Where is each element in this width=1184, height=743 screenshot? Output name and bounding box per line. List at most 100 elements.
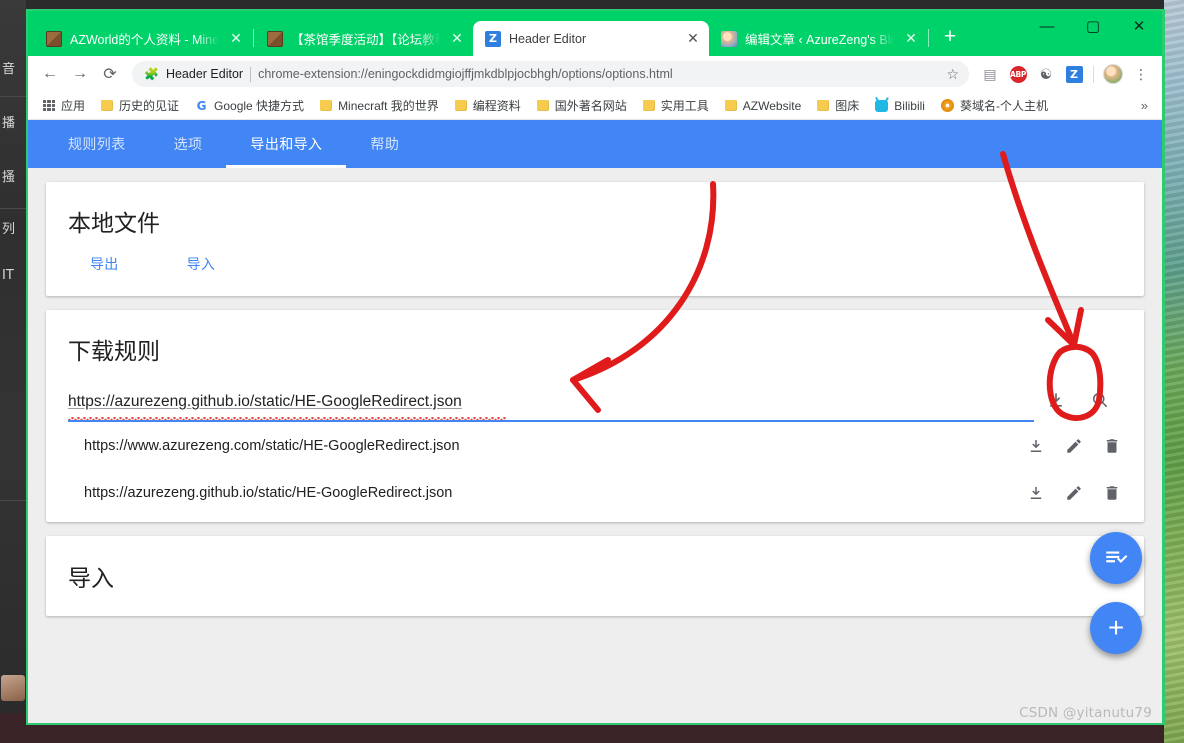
bookmark-apps[interactable]: 应用 — [36, 94, 92, 117]
chrome-window: AZWorld的个人资料 - Minecraft ✕ 【茶馆季度活动】【论坛教程… — [26, 9, 1165, 725]
bookmark-label: 应用 — [61, 99, 86, 113]
bookmark-label: 历史的见证 — [119, 99, 180, 113]
folder-icon — [642, 100, 655, 111]
bookmark-bilibili[interactable]: Bilibili — [868, 96, 932, 116]
browser-tab-3[interactable]: 编辑文章 ‹ AzureZeng's Blog — ✕ — [709, 21, 927, 56]
tab-rule-list[interactable]: 规则列表 — [44, 120, 150, 168]
header-editor-extension-icon[interactable]: Z — [1061, 61, 1087, 87]
forward-icon[interactable]: → — [66, 60, 94, 88]
bookmark-minecraft[interactable]: Minecraft 我的世界 — [313, 94, 446, 117]
header-editor-icon: Z — [485, 30, 501, 47]
delete-trash-icon[interactable] — [1102, 431, 1122, 461]
google-icon: G — [196, 98, 207, 113]
extension-name-label: Header Editor — [165, 67, 244, 81]
edit-pencil-icon[interactable] — [1064, 478, 1084, 508]
plus-icon: + — [1107, 612, 1125, 643]
import-card: 导入 — [46, 536, 1144, 616]
close-icon[interactable]: ✕ — [228, 30, 244, 47]
app-tab-bar: 规则列表 选项 导出和导入 帮助 — [28, 120, 1162, 168]
window-controls: — ▢ ✕ — [1024, 11, 1162, 56]
bookmark-history[interactable]: 历史的见证 — [94, 94, 186, 117]
tab-export-import[interactable]: 导出和导入 — [226, 120, 347, 168]
bookmark-programming[interactable]: 编程资料 — [448, 94, 528, 117]
local-file-card: 本地文件 导出 导入 — [46, 182, 1144, 296]
unknown-extension-icon[interactable]: ☯ — [1033, 61, 1059, 87]
bookmark-tools[interactable]: 实用工具 — [636, 94, 716, 117]
background-divider — [0, 208, 26, 209]
maximize-button[interactable]: ▢ — [1070, 11, 1116, 41]
folder-icon — [724, 100, 737, 111]
minimize-button[interactable]: — — [1024, 11, 1070, 41]
browser-tab-0[interactable]: AZWorld的个人资料 - Minecraft ✕ — [34, 21, 252, 56]
tab-help[interactable]: 帮助 — [346, 120, 423, 168]
download-url-input[interactable]: https://azurezeng.github.io/static/HE-Go… — [68, 393, 1034, 422]
import-button[interactable]: 导入 — [187, 254, 216, 274]
adblock-plus-icon[interactable]: ABP — [1005, 61, 1031, 87]
bilibili-icon — [875, 99, 889, 112]
table-row[interactable]: https://azurezeng.github.io/static/HE-Go… — [46, 469, 1144, 516]
new-tab-button[interactable]: + — [936, 24, 964, 52]
extensions-icon[interactable]: ▤ — [977, 61, 1003, 87]
bookmark-label: 葵域名-个人主机 — [959, 99, 1048, 113]
download-icon[interactable] — [1026, 478, 1046, 508]
apps-grid-icon — [43, 99, 55, 112]
browser-tab-1[interactable]: 【茶馆季度活动】【论坛教程组】 ✕ — [255, 21, 473, 56]
bookmark-star-icon[interactable]: ☆ — [946, 66, 959, 83]
edit-pencil-icon[interactable] — [1064, 431, 1084, 461]
download-icon[interactable] — [1026, 431, 1046, 461]
rule-url: https://azurezeng.github.io/static/HE-Go… — [84, 484, 453, 501]
reload-icon[interactable]: ⟳ — [96, 60, 124, 88]
omnibox-divider — [250, 66, 252, 82]
background-label-2: 搔 — [2, 170, 16, 185]
bookmark-kuiyuming[interactable]: 葵域名-个人主机 — [934, 94, 1055, 117]
close-icon[interactable]: ✕ — [903, 30, 919, 47]
back-icon[interactable]: ← — [36, 60, 64, 88]
bookmark-label: AZWebsite — [742, 98, 802, 113]
close-icon[interactable]: ✕ — [685, 30, 701, 47]
bookmark-label: 实用工具 — [660, 99, 709, 113]
folder-icon — [101, 100, 114, 111]
folder-icon — [536, 100, 549, 111]
extension-options-page: 规则列表 选项 导出和导入 帮助 本地文件 导出 导入 下载规则 https:/… — [28, 120, 1162, 723]
tab-title: AZWorld的个人资料 - Minecraft — [70, 33, 220, 47]
download-icon[interactable] — [1034, 378, 1078, 422]
bookmark-imagehost[interactable]: 图床 — [810, 94, 866, 117]
background-left-panel: 音 播 搔 列 IT — [0, 0, 26, 743]
profile-avatar[interactable] — [1100, 61, 1126, 87]
bookmark-foreign-sites[interactable]: 国外著名网站 — [530, 94, 634, 117]
bookmarks-overflow-icon[interactable]: » — [1135, 98, 1154, 113]
minecraft-icon — [46, 30, 62, 47]
add-rule-fab[interactable]: + — [1090, 602, 1142, 654]
tab-separator — [928, 29, 929, 47]
bookmarks-bar: 应用 历史的见证 G Google 快捷方式 Minecraft 我的世界 编程… — [28, 92, 1162, 120]
batch-select-fab[interactable] — [1090, 532, 1142, 584]
delete-trash-icon[interactable] — [1102, 478, 1122, 508]
bookmark-azwebsite[interactable]: AZWebsite — [718, 96, 808, 116]
close-icon[interactable]: ✕ — [449, 30, 465, 47]
address-bar[interactable]: 🧩 Header Editor chrome-extension://ening… — [132, 61, 969, 87]
table-row[interactable]: https://www.azurezeng.com/static/HE-Goog… — [46, 422, 1144, 469]
browser-tab-2-active[interactable]: Z Header Editor ✕ — [473, 21, 709, 56]
background-divider — [0, 500, 26, 501]
download-url-row: https://azurezeng.github.io/static/HE-Go… — [46, 372, 1144, 422]
tab-title: 【茶馆季度活动】【论坛教程组】 — [291, 33, 441, 47]
tab-options[interactable]: 选项 — [150, 120, 227, 168]
search-icon[interactable] — [1078, 378, 1122, 422]
bookmark-google[interactable]: G Google 快捷方式 — [188, 94, 311, 117]
tab-strip: AZWorld的个人资料 - Minecraft ✕ 【茶馆季度活动】【论坛教程… — [28, 11, 964, 56]
toolbar-divider — [1093, 65, 1094, 83]
browser-titlebar: AZWorld的个人资料 - Minecraft ✕ 【茶馆季度活动】【论坛教程… — [28, 11, 1162, 56]
background-label-3: 列 — [2, 222, 16, 237]
download-rules-card: 下载规则 https://azurezeng.github.io/static/… — [46, 310, 1144, 522]
rule-url: https://www.azurezeng.com/static/HE-Goog… — [84, 437, 460, 454]
tab-title: Header Editor — [509, 31, 587, 46]
desktop-wallpaper — [1164, 0, 1184, 743]
background-divider — [0, 96, 26, 97]
puzzle-piece-icon: 🧩 — [144, 67, 159, 81]
folder-icon — [454, 100, 467, 111]
bookmark-label: 国外著名网站 — [554, 99, 627, 113]
export-button[interactable]: 导出 — [90, 254, 119, 274]
chrome-menu-icon[interactable]: ⋮ — [1128, 61, 1154, 87]
close-window-button[interactable]: ✕ — [1116, 11, 1162, 41]
tab-title: 编辑文章 ‹ AzureZeng's Blog — — [745, 33, 895, 47]
